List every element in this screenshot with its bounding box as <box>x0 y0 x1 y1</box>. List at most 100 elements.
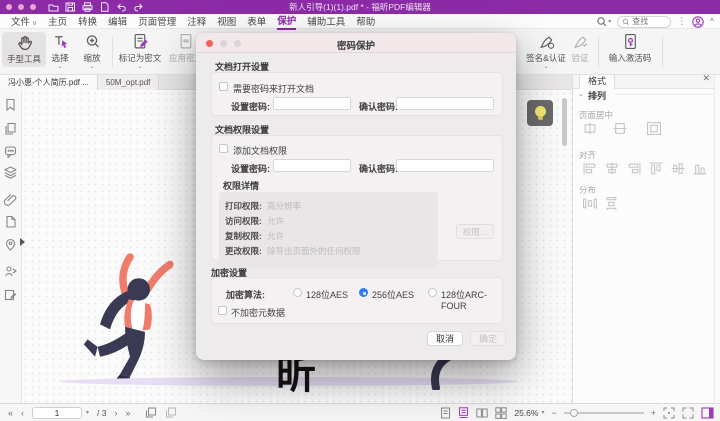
comments-icon[interactable] <box>4 145 17 158</box>
thumbnail-page-icon[interactable] <box>4 215 17 228</box>
search-box[interactable] <box>617 16 671 28</box>
distribute-vertical-icon[interactable] <box>605 197 619 210</box>
menu-item-home[interactable]: 主页 <box>48 14 67 29</box>
undo-icon[interactable] <box>116 2 127 12</box>
open-set-password-input[interactable] <box>273 97 351 110</box>
zoom-out-button[interactable]: − <box>551 408 556 418</box>
algorithm-label: 加密算法: <box>226 288 265 301</box>
doc-tab-50m[interactable]: 50M_opt.pdf <box>98 75 159 90</box>
menu-item-view[interactable]: 视图 <box>217 14 236 29</box>
zoom-slider-knob[interactable] <box>570 409 578 417</box>
align-middle-icon[interactable] <box>671 162 685 175</box>
select-tool-button[interactable]: 选择 ⌄ <box>44 33 76 70</box>
verify-icon <box>572 33 589 50</box>
first-page-button[interactable]: « <box>8 408 13 418</box>
print-permission-value: 高分辨率 <box>267 200 301 212</box>
center-horizontal-icon[interactable] <box>583 122 597 135</box>
pages-icon[interactable] <box>4 122 17 135</box>
perm-confirm-password-input[interactable] <box>396 159 494 172</box>
align-right-icon[interactable] <box>627 162 641 175</box>
menu-item-accessibility[interactable]: 辅助工具 <box>307 14 345 29</box>
zoom-select-icon[interactable]: ▾ <box>596 16 611 28</box>
account-avatar[interactable] <box>692 16 704 28</box>
attachments-icon[interactable] <box>4 193 17 206</box>
align-bottom-icon[interactable] <box>693 162 707 175</box>
mark-redact-button[interactable]: 标记为密文 ⌄ <box>117 33 163 70</box>
menu-item-comment[interactable]: 注释 <box>187 14 206 29</box>
sidebar-expander-arrow[interactable] <box>20 238 25 246</box>
window-close-button[interactable] <box>6 4 12 10</box>
menu-item-file[interactable]: 文件∨ <box>11 14 37 29</box>
menu-item-page-management[interactable]: 页面管理 <box>138 14 176 29</box>
menu-item-edit[interactable]: 编辑 <box>108 14 127 29</box>
page-number-input[interactable] <box>32 407 82 419</box>
document-scrollbar[interactable] <box>562 98 567 146</box>
save-icon[interactable] <box>65 2 76 12</box>
facing-view-icon[interactable] <box>476 407 488 419</box>
aes128-radio[interactable] <box>293 288 302 297</box>
menu-item-protect[interactable]: 保护 <box>277 13 296 30</box>
perm-set-password-input[interactable] <box>273 159 351 172</box>
single-page-view-icon[interactable] <box>440 407 451 419</box>
form-fields-icon[interactable] <box>4 288 17 301</box>
sign-certify-button[interactable]: 签名&认证 ⌄ <box>520 33 572 70</box>
center-vertical-icon[interactable] <box>613 122 627 135</box>
arcfour128-radio[interactable] <box>428 288 437 297</box>
fullscreen-icon[interactable] <box>682 407 694 419</box>
aes256-radio[interactable] <box>359 288 368 297</box>
distribute-horizontal-icon[interactable] <box>583 197 597 210</box>
panel-scrollbar[interactable] <box>714 68 720 403</box>
add-permission-checkbox[interactable] <box>219 144 228 153</box>
panel-toggle-icon[interactable] <box>701 407 714 419</box>
zoom-in-button[interactable]: + <box>651 408 656 418</box>
print-icon[interactable] <box>82 2 93 12</box>
doc-tab-resume[interactable]: 冯小惠-个人简历.pdf ... <box>0 75 98 90</box>
menu-item-help[interactable]: 帮助 <box>356 14 375 29</box>
open-confirm-password-input[interactable] <box>396 97 494 110</box>
layers-icon[interactable] <box>4 166 17 179</box>
more-options-icon[interactable]: ⋮ <box>677 16 686 27</box>
activation-code-button[interactable]: 输入激活码 <box>602 33 658 64</box>
window-zoom-button[interactable] <box>30 4 36 10</box>
bookmarks-icon[interactable] <box>4 98 17 111</box>
zoom-tool-button[interactable]: 缩放 ⌄ <box>76 33 108 70</box>
center-both-icon[interactable] <box>647 122 661 135</box>
signature-panel-icon[interactable] <box>4 265 17 278</box>
open-file-icon[interactable] <box>48 2 59 12</box>
zoom-slider[interactable] <box>564 412 644 414</box>
page-dropdown-icon[interactable]: ▾ <box>86 409 89 416</box>
align-left-icon[interactable] <box>583 162 597 175</box>
menu-item-convert[interactable]: 转换 <box>78 14 97 29</box>
align-top-icon[interactable] <box>649 162 663 175</box>
cancel-button[interactable]: 取消 <box>427 331 463 346</box>
search-input[interactable] <box>632 17 666 26</box>
facing-continuous-view-icon[interactable] <box>495 407 507 419</box>
menu-item-form[interactable]: 表单 <box>247 14 266 29</box>
previous-page-button[interactable]: ‹ <box>21 408 24 418</box>
no-metadata-label: 不加密元数据 <box>231 306 285 319</box>
arcfour128-label: 128位ARC-FOUR <box>441 288 502 311</box>
window-minimize-button[interactable] <box>18 4 24 10</box>
next-page-button[interactable]: › <box>114 408 117 418</box>
zoom-dropdown-icon[interactable]: ▾ <box>541 409 544 416</box>
destinations-pin-icon[interactable] <box>4 238 17 251</box>
tip-lightbulb-button[interactable] <box>527 100 553 126</box>
continuous-view-icon[interactable] <box>458 407 469 419</box>
previous-view-icon[interactable] <box>145 407 157 418</box>
last-page-button[interactable]: » <box>125 408 130 418</box>
copy-permission-value: 允许 <box>267 230 284 242</box>
zoom-level-label[interactable]: 25.6% <box>514 408 538 418</box>
hand-tool-button[interactable]: 手型工具 <box>2 32 46 67</box>
redo-icon[interactable] <box>133 2 144 12</box>
next-view-icon[interactable] <box>165 407 177 418</box>
dialog-titlebar[interactable]: 密码保护 <box>196 33 516 53</box>
new-document-icon[interactable] <box>99 2 110 12</box>
arrange-section-title[interactable]: 排列 <box>588 89 606 102</box>
no-metadata-checkbox[interactable] <box>218 306 227 315</box>
align-center-icon[interactable] <box>605 162 619 175</box>
require-password-checkbox[interactable] <box>219 82 228 91</box>
toolbar-divider <box>112 37 113 67</box>
section-collapse-icon[interactable]: ⌄ <box>578 90 584 98</box>
fit-page-icon[interactable] <box>663 407 675 419</box>
collapse-ribbon-icon[interactable]: ^ <box>710 17 714 26</box>
